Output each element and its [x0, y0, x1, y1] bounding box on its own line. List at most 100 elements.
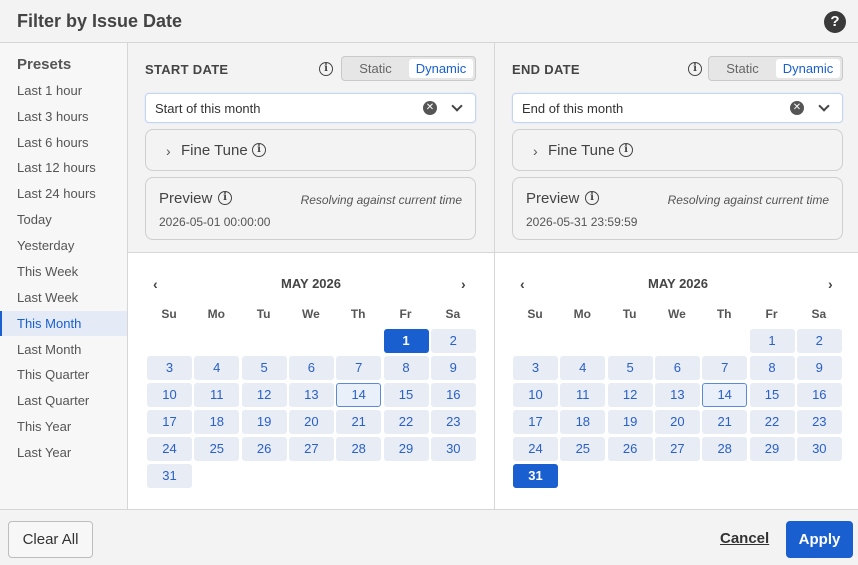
calendar-day[interactable]: 24 — [513, 437, 558, 461]
calendar-day[interactable]: 19 — [241, 410, 287, 434]
calendar-day[interactable]: 1 — [749, 329, 795, 353]
calendar-day[interactable]: 12 — [607, 383, 653, 407]
calendar-day[interactable]: 30 — [430, 437, 476, 461]
clear-x-icon[interactable]: ✕ — [423, 101, 437, 115]
calendar-day[interactable]: 26 — [241, 437, 287, 461]
calendar-day[interactable]: 13 — [654, 383, 700, 407]
end-date-select[interactable]: End of this month ✕ — [512, 93, 843, 123]
calendar-day[interactable]: 8 — [383, 356, 429, 380]
calendar-day[interactable]: 7 — [336, 356, 382, 380]
chevron-down-icon[interactable] — [818, 100, 830, 112]
info-icon[interactable]: i — [319, 62, 333, 76]
calendar-day[interactable]: 23 — [796, 410, 842, 434]
calendar-day[interactable]: 5 — [241, 356, 287, 380]
calendar-day[interactable]: 29 — [383, 437, 429, 461]
info-icon[interactable]: i — [218, 191, 232, 205]
calendar-day[interactable]: 15 — [383, 383, 429, 407]
calendar-day[interactable]: 3 — [513, 356, 558, 380]
calendar-day[interactable]: 19 — [607, 410, 653, 434]
calendar-day[interactable]: 8 — [749, 356, 795, 380]
preset-item[interactable]: Last Week — [0, 285, 127, 310]
info-icon[interactable]: i — [252, 143, 266, 157]
calendar-day[interactable]: 10 — [513, 383, 558, 407]
calendar-day[interactable]: 9 — [796, 356, 842, 380]
calendar-day[interactable]: 2 — [796, 329, 842, 353]
calendar-day[interactable]: 17 — [147, 410, 192, 434]
calendar-day[interactable]: 27 — [654, 437, 700, 461]
start-static-option[interactable]: Static — [344, 59, 407, 78]
calendar-day[interactable]: 26 — [607, 437, 653, 461]
preset-item[interactable]: Last 12 hours — [0, 155, 127, 180]
calendar-day[interactable]: 25 — [194, 437, 240, 461]
prev-month-button[interactable]: ‹ — [520, 276, 525, 292]
end-fine-tune[interactable]: › Fine Tune i — [512, 129, 843, 171]
calendar-day[interactable]: 21 — [702, 410, 748, 434]
calendar-day[interactable]: 27 — [288, 437, 334, 461]
calendar-day[interactable]: 15 — [749, 383, 795, 407]
calendar-day[interactable]: 3 — [147, 356, 192, 380]
calendar-day[interactable]: 4 — [194, 356, 240, 380]
calendar-day[interactable]: 30 — [796, 437, 842, 461]
calendar-day[interactable]: 22 — [749, 410, 795, 434]
start-date-select[interactable]: Start of this month ✕ — [145, 93, 476, 123]
preset-item[interactable]: Today — [0, 207, 127, 232]
preset-item[interactable]: Yesterday — [0, 233, 127, 258]
calendar-day[interactable]: 21 — [336, 410, 382, 434]
calendar-day[interactable]: 17 — [513, 410, 558, 434]
calendar-day[interactable]: 5 — [607, 356, 653, 380]
preset-item-active[interactable]: This Month — [0, 311, 127, 336]
calendar-day[interactable]: 20 — [288, 410, 334, 434]
clear-all-button[interactable]: Clear All — [8, 521, 93, 558]
start-fine-tune[interactable]: › Fine Tune i — [145, 129, 476, 171]
calendar-day[interactable]: 18 — [560, 410, 606, 434]
end-static-option[interactable]: Static — [711, 59, 774, 78]
preset-item[interactable]: Last Quarter — [0, 388, 127, 413]
end-dynamic-option[interactable]: Dynamic — [776, 59, 840, 78]
calendar-day[interactable]: 28 — [702, 437, 748, 461]
preset-item[interactable]: Last 3 hours — [0, 104, 127, 129]
calendar-day[interactable]: 13 — [288, 383, 334, 407]
calendar-day[interactable]: 6 — [654, 356, 700, 380]
preset-item[interactable]: Last 6 hours — [0, 130, 127, 155]
calendar-day[interactable]: 10 — [147, 383, 192, 407]
chevron-down-icon[interactable] — [451, 100, 463, 112]
calendar-day[interactable]: 9 — [430, 356, 476, 380]
preset-item[interactable]: Last 1 hour — [0, 78, 127, 103]
calendar-day[interactable]: 11 — [194, 383, 240, 407]
calendar-day[interactable]: 4 — [560, 356, 606, 380]
calendar-day[interactable]: 16 — [796, 383, 842, 407]
cancel-button[interactable]: Cancel — [720, 530, 769, 547]
calendar-day-today[interactable]: 14 — [336, 383, 382, 407]
preset-item[interactable]: Last Month — [0, 337, 127, 362]
calendar-day[interactable]: 16 — [430, 383, 476, 407]
calendar-day-selected[interactable]: 31 — [513, 464, 558, 488]
next-month-button[interactable]: › — [828, 276, 833, 292]
calendar-day-selected[interactable]: 1 — [383, 329, 429, 353]
calendar-day[interactable]: 6 — [288, 356, 334, 380]
calendar-day[interactable]: 7 — [702, 356, 748, 380]
prev-month-button[interactable]: ‹ — [153, 276, 158, 292]
info-icon[interactable]: i — [688, 62, 702, 76]
calendar-day[interactable]: 28 — [336, 437, 382, 461]
calendar-day[interactable]: 12 — [241, 383, 287, 407]
next-month-button[interactable]: › — [461, 276, 466, 292]
preset-item[interactable]: This Week — [0, 259, 127, 284]
calendar-day[interactable]: 24 — [147, 437, 192, 461]
info-icon[interactable]: i — [585, 191, 599, 205]
calendar-day-today[interactable]: 14 — [702, 383, 748, 407]
clear-x-icon[interactable]: ✕ — [790, 101, 804, 115]
preset-item[interactable]: This Quarter — [0, 362, 127, 387]
preset-item[interactable]: Last 24 hours — [0, 181, 127, 206]
start-dynamic-option[interactable]: Dynamic — [409, 59, 473, 78]
calendar-day[interactable]: 31 — [147, 464, 192, 488]
calendar-day[interactable]: 18 — [194, 410, 240, 434]
apply-button[interactable]: Apply — [786, 521, 853, 558]
calendar-day[interactable]: 22 — [383, 410, 429, 434]
calendar-day[interactable]: 20 — [654, 410, 700, 434]
help-icon[interactable]: ? — [824, 11, 846, 33]
calendar-day[interactable]: 2 — [430, 329, 476, 353]
calendar-day[interactable]: 11 — [560, 383, 606, 407]
preset-item[interactable]: This Year — [0, 414, 127, 439]
info-icon[interactable]: i — [619, 143, 633, 157]
preset-item[interactable]: Last Year — [0, 440, 127, 465]
